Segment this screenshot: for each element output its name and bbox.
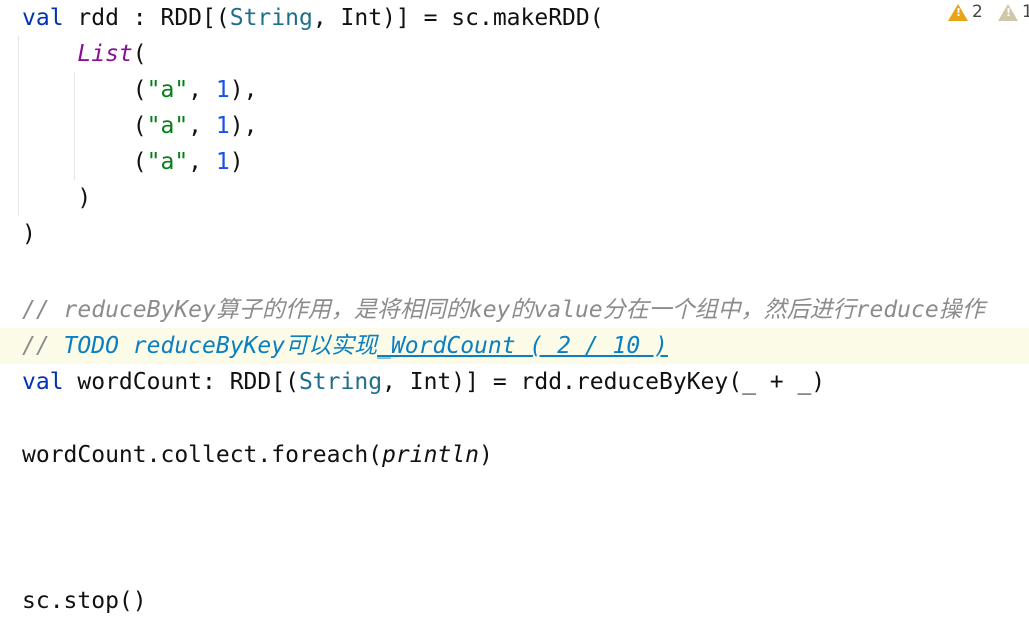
code-line-11[interactable]: wordCount.collect.foreach(println) [0,437,1029,473]
code-text: ) [478,442,493,468]
number-literal: 1 [215,149,230,175]
code-text: ( [132,41,147,67]
string-literal: "a" [146,77,189,103]
code-text: sc.stop() [22,588,147,614]
keyword-val: val [22,369,64,395]
number-literal: 1 [215,113,230,139]
code-text: rdd : RDD[( [63,5,230,31]
code-text: ), [229,113,258,139]
code-line-3[interactable]: ("a", 1), [0,72,1029,108]
type-string: String [298,369,383,395]
comment-text: // reduceByKey算子的作用，是将相同的key的value分在一个组中… [22,297,985,323]
code-text: ( [22,149,147,175]
code-line-12[interactable]: sc.stop() [0,583,1029,619]
keyword-val: val [22,5,64,31]
string-literal: "a" [146,113,189,139]
code-line-7[interactable]: ) [0,216,1029,252]
type-string: String [229,5,313,31]
code-line-4[interactable]: ("a", 1), [0,108,1029,144]
todo-text: TODO reduceByKey可以实现 [63,333,378,359]
code-text: wordCount: RDD[( [63,369,299,395]
code-text: , [188,77,216,103]
code-text: wordCount.collect.foreach( [22,442,383,468]
string-literal: "a" [146,149,189,175]
code-text: ( [22,113,147,139]
code-text: , Int)] = rdd.reduceByKey(_ + _) [382,369,826,395]
code-text: ) [22,185,92,211]
code-text: , [188,149,216,175]
code-text: , Int)] = sc.makeRDD( [312,5,604,31]
code-line-2[interactable]: List( [0,36,1029,72]
code-text: ( [22,77,147,103]
code-text: ) [229,149,244,175]
code-line-1[interactable]: val rdd : RDD[(String, Int)] = sc.makeRD… [0,0,1029,36]
comment-line[interactable]: // reduceByKey算子的作用，是将相同的key的value分在一个组中… [0,292,1029,328]
todo-wordcount-link[interactable]: _WordCount ( 2 / 10 ) [377,333,668,359]
todo-line[interactable]: // TODO reduceByKey可以实现_WordCount ( 2 / … [0,328,1029,364]
println-ref: println [382,442,479,468]
code-text: ) [22,221,36,247]
code-text: ), [229,77,258,103]
list-call: List [77,41,133,67]
code-line-6[interactable]: ) [0,180,1029,216]
code-line-10[interactable]: val wordCount: RDD[(String, Int)] = rdd.… [0,364,1029,400]
code-line-5[interactable]: ("a", 1) [0,144,1029,180]
comment-prefix: // [22,333,64,359]
number-literal: 1 [215,77,230,103]
code-editor[interactable]: 2 1 val rdd : RDD[(String, Int)] = sc.ma… [0,0,1029,619]
code-text: , [188,113,216,139]
